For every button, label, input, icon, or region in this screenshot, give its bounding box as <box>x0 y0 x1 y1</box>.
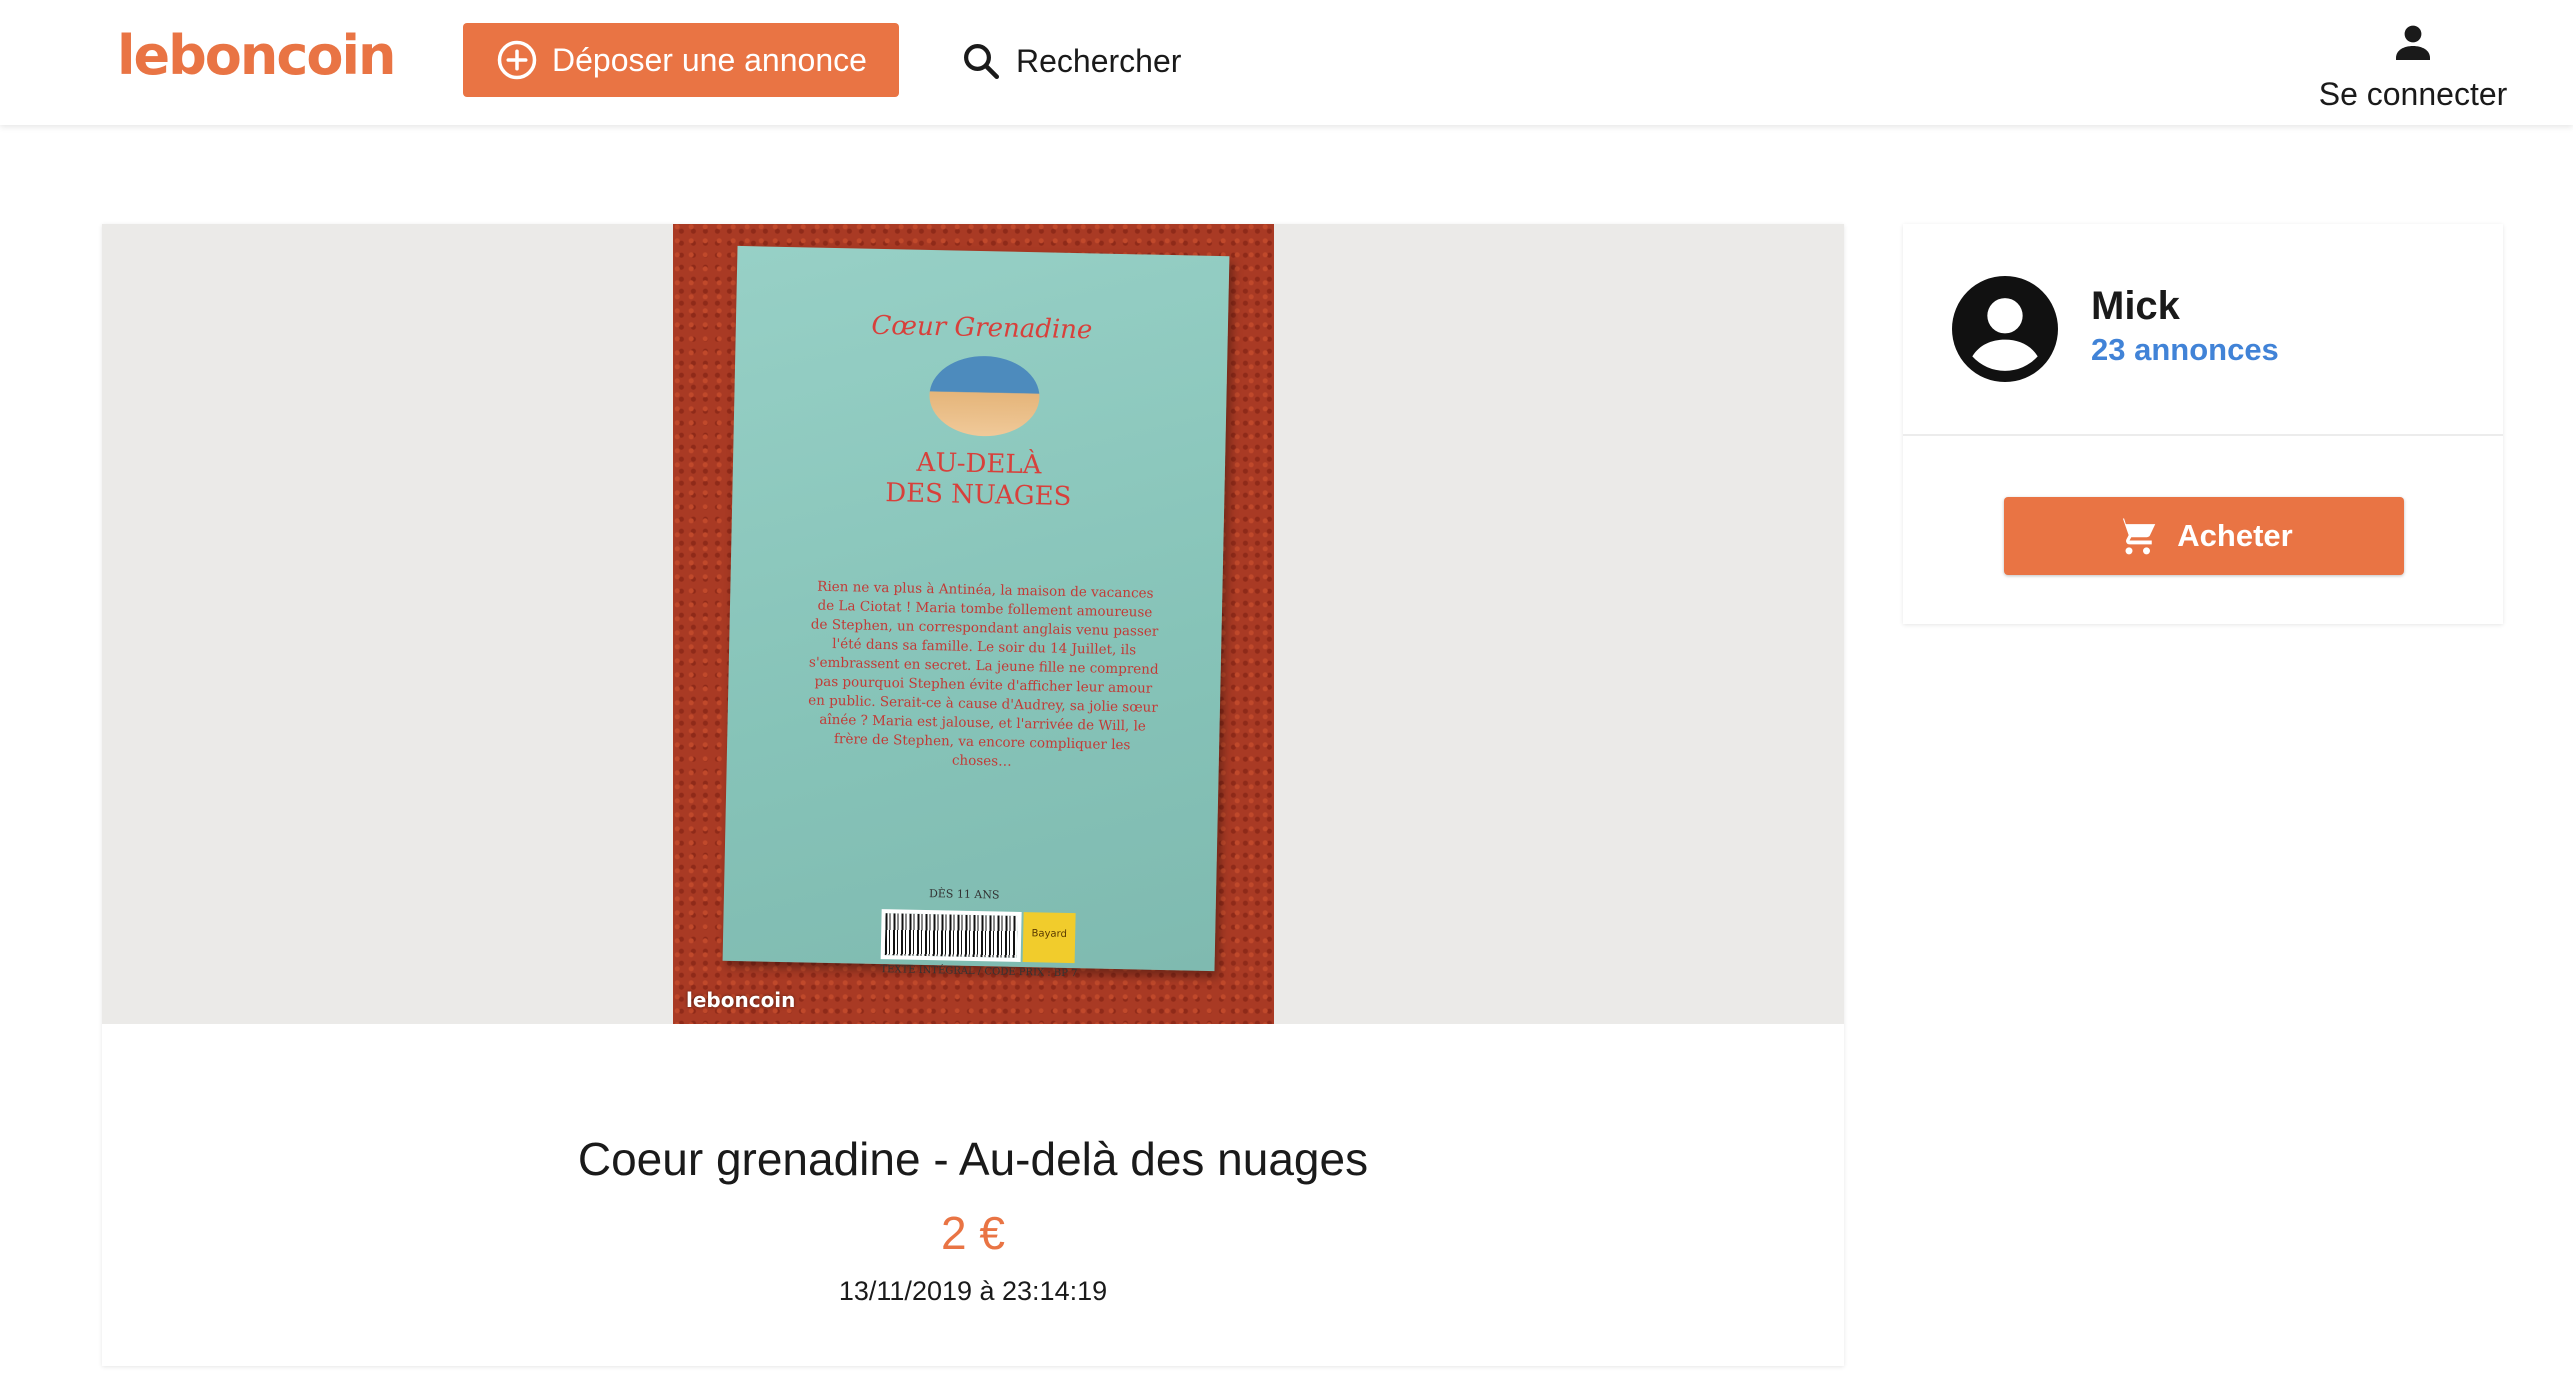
book-age: DÈS 11 ANS <box>928 887 1000 902</box>
book-emblem-image <box>928 354 1041 438</box>
top-header: leboncoin Déposer une annonce Rechercher… <box>0 0 2573 125</box>
publisher-logo: Bayard <box>1022 912 1076 964</box>
book-blurb: Rien ne va plus à Antinéa, la maison de … <box>808 578 1159 770</box>
buy-button[interactable]: Acheter <box>2004 497 2404 575</box>
book-series-label: Cœur Grenadine <box>871 310 1093 346</box>
search-icon <box>964 44 1000 80</box>
barcode-image <box>880 909 1022 963</box>
login-button[interactable]: Se connecter <box>2318 18 2508 113</box>
seller-card: Mick 23 annonces Acheter <box>1903 224 2503 624</box>
buy-label: Acheter <box>2177 518 2293 553</box>
book-price-code: TEXTE INTÉGRAL / CODE PRIX : BP 7 <box>880 964 1078 980</box>
ad-price: 2 € <box>941 1207 1005 1259</box>
book-cover-title: AU-DELÀ DES NUAGES <box>732 444 1225 516</box>
post-ad-button[interactable]: Déposer une annonce <box>463 23 899 97</box>
account-circle-icon[interactable] <box>1952 276 2058 382</box>
ad-title: Coeur grenadine - Au-delà des nuages <box>577 1133 1369 1185</box>
search-link[interactable]: Rechercher <box>960 36 1181 86</box>
ad-card: Cœur Grenadine AU-DELÀ DES NUAGES Rien n… <box>102 224 1844 1366</box>
seller-ads-count-link[interactable]: 23 annonces <box>2091 332 2279 368</box>
leboncoin-logo[interactable]: leboncoin <box>117 24 396 87</box>
photo-gallery[interactable]: Cœur Grenadine AU-DELÀ DES NUAGES Rien n… <box>102 224 1844 1024</box>
photo-watermark: leboncoin <box>686 988 796 1012</box>
ad-date: 13/11/2019 à 23:14:19 <box>838 1276 1108 1306</box>
cart-icon <box>2117 518 2156 555</box>
seller-name[interactable]: Mick <box>2091 284 2180 329</box>
search-label: Rechercher <box>1016 42 1182 79</box>
book-cover-image: Cœur Grenadine AU-DELÀ DES NUAGES Rien n… <box>722 245 1230 979</box>
ad-photo[interactable]: Cœur Grenadine AU-DELÀ DES NUAGES Rien n… <box>673 224 1274 1024</box>
login-label: Se connecter <box>2318 76 2508 112</box>
plus-circle-icon <box>497 40 537 80</box>
person-icon <box>2396 25 2430 60</box>
divider <box>1903 434 2503 436</box>
post-ad-label: Déposer une annonce <box>552 41 867 78</box>
